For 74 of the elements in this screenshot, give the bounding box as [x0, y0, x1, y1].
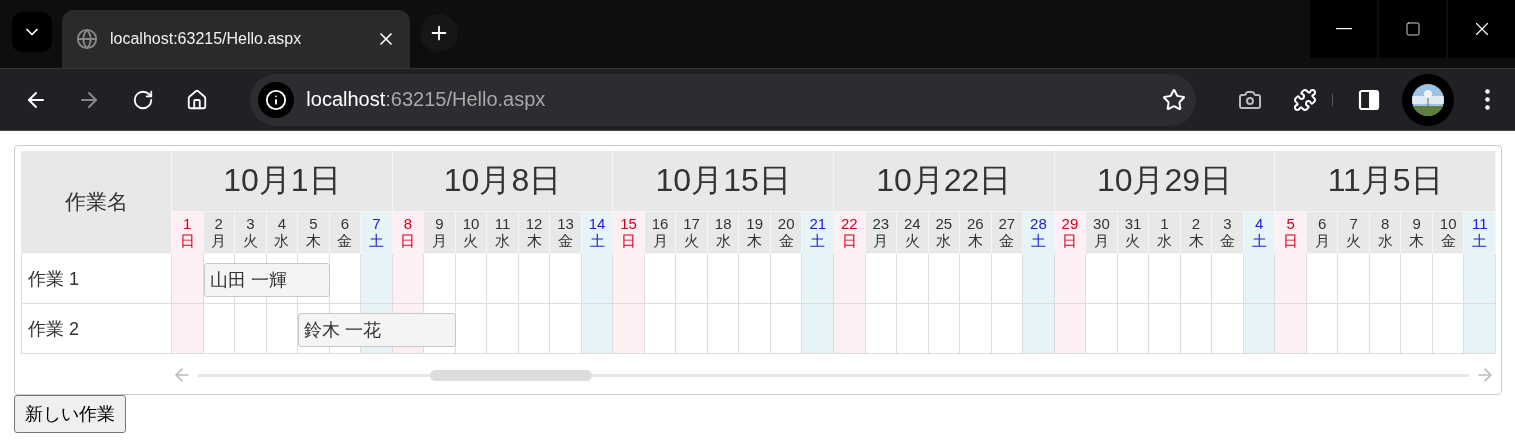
address-bar[interactable]: localhost:63215/Hello.aspx — [250, 73, 1196, 126]
day-header: 19 木 — [739, 212, 771, 254]
day-header: 8 水 — [1369, 212, 1402, 254]
day-header: 2 木 — [1180, 212, 1213, 254]
home-icon — [185, 88, 208, 111]
day-header: 8 日 — [392, 212, 425, 254]
info-icon — [265, 88, 288, 111]
globe-icon — [76, 28, 98, 50]
day-header: 26 木 — [960, 212, 992, 254]
column-header: 作業名 — [21, 151, 172, 254]
site-info-button[interactable] — [258, 81, 295, 118]
day-header: 6 金 — [329, 212, 362, 254]
day-header: 6 月 — [1306, 212, 1339, 254]
day-header: 7 火 — [1338, 212, 1370, 254]
maximize-icon — [1404, 21, 1421, 37]
day-header: 10 火 — [455, 212, 488, 254]
day-header: 7 土 — [361, 212, 393, 254]
day-header: 9 木 — [1401, 212, 1433, 254]
day-header: 28 土 — [1023, 212, 1055, 254]
menu-icon — [1485, 89, 1490, 110]
day-header: 31 火 — [1117, 212, 1150, 254]
minimize-icon — [1335, 28, 1352, 30]
new-task-button[interactable]: 新しい作業 — [14, 395, 126, 433]
reload-icon — [131, 88, 154, 111]
bookmark-star-button[interactable] — [1162, 87, 1186, 112]
day-header: 24 火 — [897, 212, 929, 254]
day-header: 25 水 — [928, 212, 961, 254]
profile-avatar-button[interactable] — [1402, 73, 1454, 126]
day-header: 27 金 — [991, 212, 1024, 254]
puzzle-icon — [1292, 87, 1317, 112]
day-header: 3 火 — [235, 212, 267, 254]
day-header: 11 水 — [487, 212, 519, 254]
day-header: 4 水 — [266, 212, 299, 254]
day-header: 1 日 — [172, 212, 204, 254]
day-header: 30 月 — [1086, 212, 1118, 254]
day-header: 17 火 — [676, 212, 708, 254]
maximize-button[interactable] — [1379, 0, 1446, 58]
day-header: 13 金 — [550, 212, 582, 254]
day-header: 1 水 — [1149, 212, 1181, 254]
day-header: 18 水 — [707, 212, 740, 254]
star-icon — [1162, 87, 1186, 112]
day-header: 4 土 — [1243, 212, 1276, 254]
day-header: 5 木 — [298, 212, 330, 254]
task-bar[interactable]: 鈴木 一花 — [298, 313, 456, 347]
day-header: 3 金 — [1212, 212, 1244, 254]
day-header: 21 土 — [802, 212, 834, 254]
day-header: 16 月 — [644, 212, 677, 254]
url-text: localhost:63215/Hello.aspx — [306, 88, 547, 111]
day-header: 14 土 — [581, 212, 614, 254]
day-header: 12 木 — [518, 212, 551, 254]
day-header: 29 日 — [1054, 212, 1087, 254]
day-header: 20 金 — [770, 212, 803, 254]
day-header: 11 土 — [1464, 212, 1496, 254]
browser-tab[interactable]: localhost:63215/Hello.aspx — [62, 10, 410, 68]
week-header: 10月22日 — [834, 151, 1055, 212]
week-header: 10月8日 — [392, 151, 614, 212]
day-header: 15 日 — [613, 212, 645, 254]
week-header: 10月15日 — [613, 151, 834, 212]
task-name: 作業 2 — [21, 304, 172, 354]
task-bar[interactable]: 山田 一輝 — [203, 263, 330, 297]
week-header: 10月1日 — [172, 151, 393, 212]
day-header: 23 月 — [865, 212, 898, 254]
scrollbar-thumb[interactable] — [430, 369, 592, 381]
day-header: 22 日 — [834, 212, 866, 254]
tab-title: localhost:63215/Hello.aspx — [110, 30, 303, 48]
day-header: 9 月 — [424, 212, 456, 254]
week-header: 10月29日 — [1054, 151, 1276, 212]
week-header: 11月5日 — [1275, 151, 1496, 212]
new-tab-button[interactable] — [420, 14, 458, 52]
day-header: 10 金 — [1432, 212, 1465, 254]
side-panel-icon — [1357, 88, 1380, 111]
day-header: 2 月 — [203, 212, 236, 254]
task-name: 作業 1 — [21, 254, 172, 304]
day-header: 5 日 — [1275, 212, 1307, 254]
